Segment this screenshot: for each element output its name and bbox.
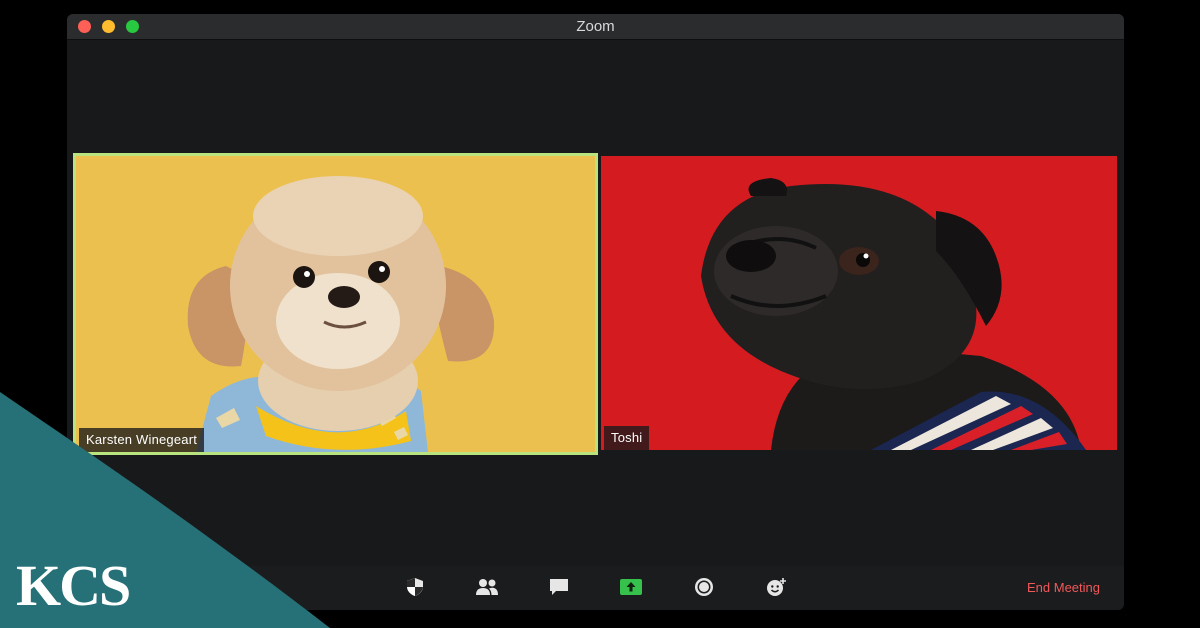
shield-icon <box>407 578 423 596</box>
meeting-toolbar: End Meeting <box>67 566 1124 610</box>
dog-shih-tzu-video <box>187 176 495 452</box>
reactions-icon <box>767 578 786 596</box>
participants-icon <box>476 579 498 595</box>
share-screen-button[interactable] <box>618 575 644 599</box>
chat-button[interactable] <box>546 575 572 599</box>
title-bar: Zoom <box>67 14 1124 40</box>
chat-icon <box>550 579 568 595</box>
dog-pug-video <box>701 178 1086 450</box>
video-tile-karsten-winegeart[interactable]: Karsten Winegeart <box>73 153 598 455</box>
security-button[interactable] <box>402 575 428 599</box>
end-meeting-button[interactable]: End Meeting <box>1027 580 1100 595</box>
record-icon <box>695 578 713 596</box>
window-title: Zoom <box>576 18 615 35</box>
participant-name-tag: Toshi <box>604 426 650 450</box>
record-button[interactable] <box>691 575 717 599</box>
reactions-button[interactable] <box>764 575 790 599</box>
participant-name-tag: Karsten Winegeart <box>79 428 205 452</box>
kcs-logo: KCS <box>16 553 131 618</box>
zoom-window: Zoom Karsten Winegeart Toshi End Meeting <box>67 14 1124 610</box>
video-tile-toshi[interactable]: Toshi <box>601 156 1117 450</box>
participants-button[interactable] <box>474 575 500 599</box>
share-screen-icon <box>620 579 642 595</box>
